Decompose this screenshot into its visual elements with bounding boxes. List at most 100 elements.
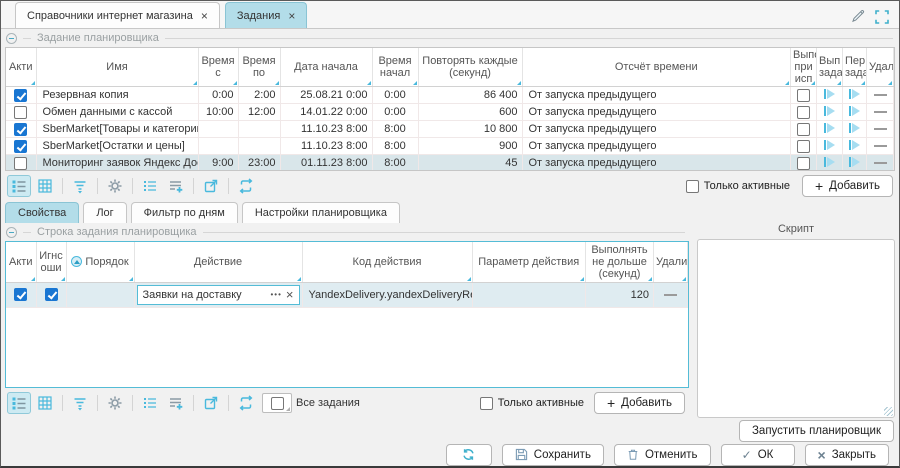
col-time-to[interactable]: Время по xyxy=(238,48,280,87)
go-to-task-icon[interactable] xyxy=(849,105,860,117)
close-button[interactable]: × Закрыть xyxy=(805,444,889,466)
run-scheduler-button[interactable]: Запустить планировщик xyxy=(739,420,894,442)
run-on-start-checkbox[interactable] xyxy=(797,89,810,102)
col-delete[interactable]: Удалит xyxy=(654,242,688,282)
collapse-section-icon[interactable] xyxy=(6,227,17,238)
col-delete[interactable]: Удалит xyxy=(867,48,894,87)
delete-row-icon[interactable] xyxy=(874,94,887,96)
task-line-row[interactable]: Заявки на доставку ••• × YandexDelivery.… xyxy=(6,282,688,307)
col-action[interactable]: Действие xyxy=(134,242,302,282)
settings-gear-icon[interactable] xyxy=(103,175,127,197)
delete-row-icon[interactable] xyxy=(874,128,887,130)
table-row-selected[interactable]: Мониторинг заявок Яндекс Дост 9:00 23:00… xyxy=(6,155,894,172)
add-task-button[interactable]: + Добавить xyxy=(802,175,893,197)
resize-grip[interactable] xyxy=(884,407,893,416)
delete-row-icon[interactable] xyxy=(874,162,887,164)
col-go-task[interactable]: Пер зада xyxy=(843,48,867,87)
only-active-filter[interactable]: Только активные xyxy=(480,397,584,410)
run-task-icon[interactable] xyxy=(824,88,835,100)
only-active-checkbox[interactable] xyxy=(480,397,493,410)
ok-button[interactable]: ✓ ОК xyxy=(721,444,795,466)
tab-close-icon[interactable]: × xyxy=(288,11,295,21)
cancel-button[interactable]: Отменить xyxy=(614,444,711,466)
tab-scheduler-settings[interactable]: Настройки планировщика xyxy=(242,202,400,223)
tab-tasks[interactable]: Задания × xyxy=(225,2,308,28)
col-run-task[interactable]: Вып зада xyxy=(817,48,843,87)
active-checkbox[interactable] xyxy=(14,106,27,119)
go-to-task-icon[interactable] xyxy=(849,156,860,168)
col-max-duration[interactable]: Выполнять не дольше (секунд) xyxy=(586,242,654,282)
col-time-from[interactable]: Время с xyxy=(198,48,238,87)
col-repeat[interactable]: Повторять каждые (секунд) xyxy=(418,48,522,87)
open-in-window-icon[interactable] xyxy=(199,175,223,197)
col-name[interactable]: Имя xyxy=(36,48,198,87)
active-checkbox[interactable] xyxy=(14,140,27,153)
active-checkbox[interactable] xyxy=(14,157,27,170)
col-action-param[interactable]: Параметр действия xyxy=(472,242,586,282)
go-to-task-icon[interactable] xyxy=(849,122,860,134)
run-task-icon[interactable] xyxy=(824,122,835,134)
only-active-filter[interactable]: Только активные xyxy=(686,180,790,193)
add-row-icon[interactable] xyxy=(164,392,188,414)
table-row[interactable]: Обмен данными с кассой 10:00 12:00 14.01… xyxy=(6,104,894,121)
col-order[interactable]: Порядок xyxy=(66,242,134,282)
active-checkbox[interactable] xyxy=(14,89,27,102)
col-active[interactable]: Акти xyxy=(6,48,36,87)
edit-pencil-icon[interactable] xyxy=(850,9,865,24)
col-active[interactable]: Акти xyxy=(6,242,36,282)
go-to-task-icon[interactable] xyxy=(849,139,860,151)
list-view-icon[interactable] xyxy=(7,392,31,414)
pick-action-icon[interactable]: ••• xyxy=(271,290,282,299)
select-list-icon[interactable] xyxy=(138,175,162,197)
run-task-icon[interactable] xyxy=(824,139,835,151)
maximize-icon[interactable] xyxy=(875,10,889,24)
tab-log[interactable]: Лог xyxy=(83,202,126,223)
delete-row-icon[interactable] xyxy=(874,111,887,113)
table-row[interactable]: SberMarket[Товары и категории] 11.10.23 … xyxy=(6,121,894,138)
filter-icon[interactable] xyxy=(68,175,92,197)
active-checkbox[interactable] xyxy=(14,288,27,301)
select-list-icon[interactable] xyxy=(138,392,162,414)
tab-day-filter[interactable]: Фильтр по дням xyxy=(131,202,238,223)
ignore-errors-checkbox[interactable] xyxy=(45,288,58,301)
tab-properties[interactable]: Свойства xyxy=(5,202,79,223)
tab-directories[interactable]: Справочники интернет магазина × xyxy=(15,2,220,28)
run-on-start-checkbox[interactable] xyxy=(797,123,810,136)
add-line-button[interactable]: + Добавить xyxy=(594,392,685,414)
clear-action-icon[interactable]: × xyxy=(286,287,294,302)
run-on-start-checkbox[interactable] xyxy=(797,157,810,170)
delete-row-icon[interactable] xyxy=(874,145,887,147)
table-row[interactable]: SberMarket[Остатки и цены] 11.10.23 8:00… xyxy=(6,138,894,155)
active-checkbox[interactable] xyxy=(14,123,27,136)
go-to-task-icon[interactable] xyxy=(849,88,860,100)
filter-icon[interactable] xyxy=(68,392,92,414)
refresh-list-icon[interactable] xyxy=(234,392,258,414)
col-countdown[interactable]: Отсчёт времени xyxy=(522,48,791,87)
all-tasks-checkbox[interactable] xyxy=(271,397,284,410)
action-editor[interactable]: Заявки на доставку ••• × xyxy=(137,285,300,305)
refresh-button[interactable] xyxy=(446,444,492,466)
table-row[interactable]: Резервная копия 0:00 2:00 25.08.21 0:00 … xyxy=(6,87,894,104)
script-textarea[interactable] xyxy=(697,239,895,418)
col-action-code[interactable]: Код действия xyxy=(302,242,472,282)
grid-view-icon[interactable] xyxy=(33,392,57,414)
run-on-start-checkbox[interactable] xyxy=(797,106,810,119)
run-on-start-checkbox[interactable] xyxy=(797,140,810,153)
add-row-icon[interactable] xyxy=(164,175,188,197)
run-task-icon[interactable] xyxy=(824,105,835,117)
only-active-checkbox[interactable] xyxy=(686,180,699,193)
col-start-date[interactable]: Дата начала xyxy=(280,48,372,87)
delete-row-icon[interactable] xyxy=(664,294,677,296)
save-button[interactable]: Сохранить xyxy=(502,444,604,466)
tab-close-icon[interactable]: × xyxy=(201,11,208,21)
col-ignore-errors[interactable]: Игнс оши xyxy=(36,242,66,282)
refresh-list-icon[interactable] xyxy=(234,175,258,197)
col-run-on-start[interactable]: Выпо при исп xyxy=(791,48,817,87)
open-in-window-icon[interactable] xyxy=(199,392,223,414)
run-task-icon[interactable] xyxy=(824,156,835,168)
col-start-time[interactable]: Время начал xyxy=(372,48,418,87)
collapse-section-icon[interactable] xyxy=(6,33,17,44)
settings-gear-icon[interactable] xyxy=(103,392,127,414)
all-tasks-checkbox-box[interactable] xyxy=(262,393,292,413)
list-view-icon[interactable] xyxy=(7,175,31,197)
